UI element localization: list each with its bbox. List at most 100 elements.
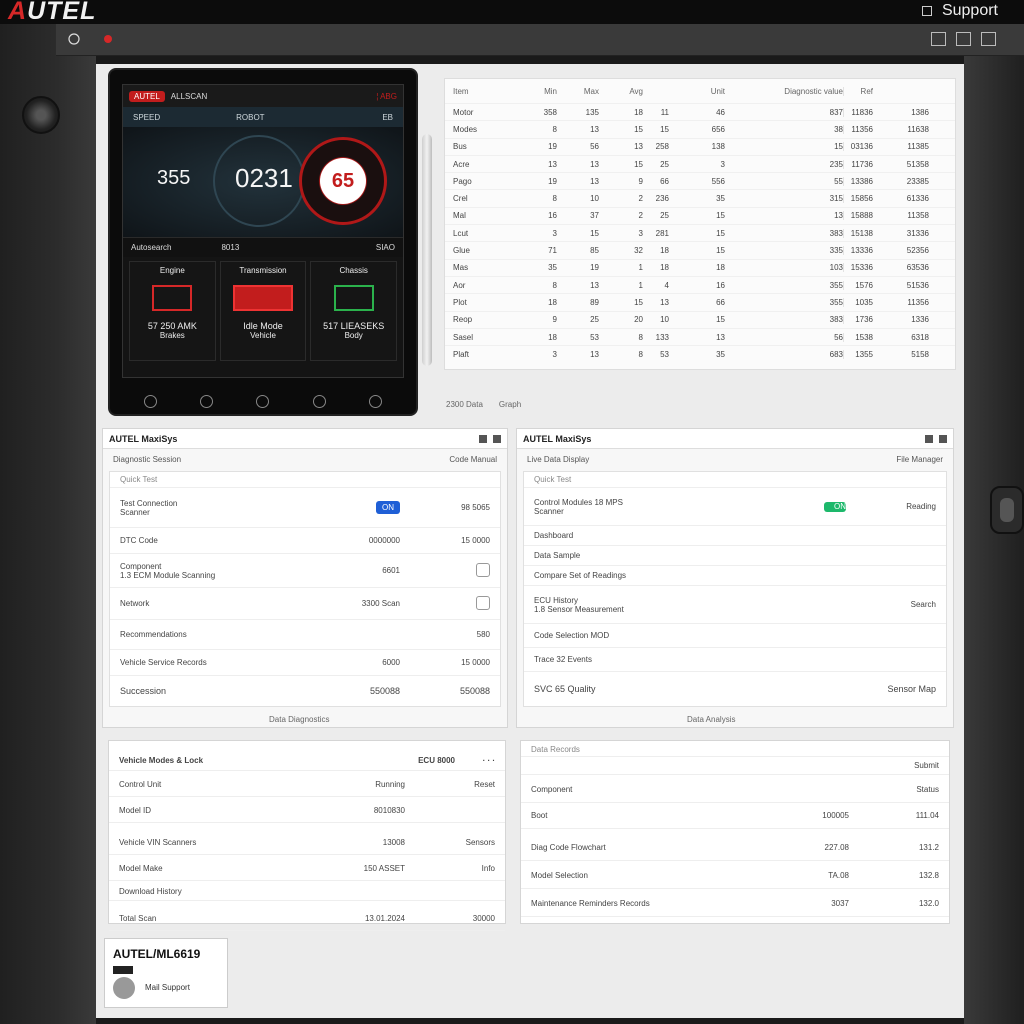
table-row[interactable]: Lcut 3 15 3 281 15 383 15138 31336 — [445, 224, 955, 241]
list-item[interactable]: Diag Code Flowchart 227.08 131.2 — [521, 835, 949, 861]
model-card[interactable]: AUTEL/ML6619 Mail Support — [104, 938, 228, 1008]
list-filter[interactable]: Quick Test — [524, 472, 946, 488]
list-item[interactable]: Boot 100005 111.04 — [521, 803, 949, 829]
table-cell: 51536 — [906, 280, 929, 290]
list-item[interactable]: Network 3300 Scan — [110, 588, 500, 620]
record-icon[interactable] — [102, 33, 114, 45]
screen-tiles: Engine 57 250 AMK Brakes Transmission Id… — [123, 257, 403, 365]
item-value[interactable]: Sensor Map — [826, 684, 936, 694]
settings-button-icon[interactable] — [369, 394, 383, 408]
list-item[interactable]: Recommendations 580 — [110, 620, 500, 650]
refresh-button-icon[interactable] — [312, 394, 326, 408]
col-header[interactable]: Unit — [669, 87, 725, 96]
timer-icon[interactable] — [476, 562, 490, 577]
list-item[interactable]: Succession 550088 550088 — [110, 676, 500, 706]
table-row[interactable]: Modes 8 13 15 15 656 38 11356 11638 — [445, 120, 955, 137]
list-item[interactable]: Model ID 8010830 — [109, 799, 505, 823]
list-item[interactable]: Model Make 150 ASSET Info — [109, 857, 505, 881]
table-row[interactable]: Sasel 18 53 8 133 13 56 1538 6318 — [445, 327, 955, 345]
list-item[interactable]: Vehicle Service Records 6000 15 0000 — [110, 650, 500, 676]
table-cell: 656 — [711, 124, 725, 134]
list-item[interactable]: Component 1.3 ECM Module Scanning 6601 — [110, 554, 500, 588]
list-item[interactable]: Control Modules 18 MPS Scanner ON Reading — [524, 488, 946, 526]
maximize-icon[interactable] — [493, 434, 501, 443]
table-cell: 11638 — [907, 124, 929, 134]
maximize-icon[interactable] — [956, 32, 971, 46]
power-icon[interactable] — [68, 33, 80, 45]
col-header[interactable]: Avg — [599, 87, 643, 96]
list-item[interactable]: Total Scan 13.01.2024 30000 — [109, 907, 505, 931]
list-filter[interactable]: Quick Test — [110, 472, 500, 488]
table-caption-right[interactable]: Graph — [499, 400, 521, 409]
maximize-icon[interactable] — [939, 434, 947, 443]
list-item[interactable]: Download History — [109, 883, 505, 901]
table-row[interactable]: Mal 16 37 2 25 15 13 15888 11358 — [445, 206, 955, 224]
list-item[interactable]: Control Unit Running Reset — [109, 773, 505, 797]
table-row[interactable]: Mas 35 19 1 18 18 103 15336 63536 — [445, 258, 955, 276]
submit-button[interactable]: Submit — [849, 761, 939, 770]
list-item[interactable]: ECU History 1.8 Sensor Measurement Search — [524, 586, 946, 624]
list-item[interactable]: Model Selection TA.08 132.8 — [521, 863, 949, 889]
col-header[interactable]: Max — [557, 87, 599, 96]
table-row[interactable]: Acre 13 13 15 25 3 235 11736 51358 — [445, 154, 955, 172]
tile-view-icon[interactable] — [931, 32, 946, 46]
list-item[interactable]: Data Sample — [524, 546, 946, 566]
screen-tile[interactable]: Chassis 517 LIEASEKS Body — [310, 261, 398, 361]
col-header[interactable]: Min — [503, 87, 557, 96]
table-row[interactable]: Aor 8 13 1 4 16 355 1576 51536 — [445, 275, 955, 293]
table-cell: 16 — [548, 211, 557, 221]
list-item[interactable]: DTC Code 0000000 15 0000 — [110, 528, 500, 554]
item-label: Component — [120, 561, 162, 571]
status-chip[interactable]: ON — [824, 501, 846, 512]
col-header[interactable]: Diagnostic value — [725, 87, 843, 96]
table-row[interactable]: Pago 19 13 9 66 556 55 13386 23385 — [445, 172, 955, 189]
list-item[interactable]: Test Connection Scanner ON 98 5065 — [110, 488, 500, 528]
device-buttons — [122, 392, 404, 410]
card-sub-right[interactable]: Code Manual — [449, 455, 497, 464]
screen-sub-right: EB — [382, 112, 393, 122]
list-item[interactable]: Vehicle VIN Scanners 13008 Sensors — [109, 831, 505, 855]
table-row[interactable]: Plaft 3 13 8 53 35 683 1355 5158 — [445, 345, 955, 362]
list-item[interactable]: Maintenance Reminders Records 3037 132.0 — [521, 891, 949, 917]
table-cell: 355 — [829, 297, 843, 307]
list-item[interactable]: Code Selection MOD — [524, 624, 946, 648]
table-row[interactable]: Motor 358 135 18 11 46 837 11836 1386 — [445, 103, 955, 120]
home-button-icon[interactable] — [256, 394, 270, 408]
minimize-icon[interactable] — [479, 434, 487, 443]
table-cell: 1576 — [843, 280, 873, 290]
back-button-icon[interactable] — [143, 394, 157, 408]
card-sub-left: Live Data Display — [527, 454, 590, 464]
help-button-icon[interactable] — [200, 394, 214, 408]
list-item[interactable]: Compare Set of Readings — [524, 566, 946, 586]
more-options-icon[interactable]: · · · — [455, 756, 495, 765]
table-row[interactable]: Bus 19 56 13 258 138 15 03136 11385 — [445, 137, 955, 155]
table-row[interactable]: Glue 71 85 32 18 15 335 13336 52356 — [445, 241, 955, 258]
screen-tile[interactable]: Transmission Idle Mode Vehicle — [219, 261, 307, 361]
minimize-icon[interactable] — [925, 434, 933, 443]
item-value[interactable]: Search — [846, 600, 936, 609]
col-header[interactable]: Ref — [843, 86, 873, 96]
table-cell: 11356 — [907, 297, 929, 307]
screen-header: AUTEL ALLSCAN ¦ ABG — [123, 85, 403, 107]
table-row[interactable]: Crel 8 10 2 236 35 315 15856 61336 — [445, 189, 955, 206]
settings-icon[interactable] — [921, 6, 932, 16]
screen-row-label: Autosearch — [131, 243, 172, 252]
table-row[interactable]: Reop 9 25 20 10 15 383 1736 1336 — [445, 310, 955, 328]
table-cell: 13336 — [843, 246, 873, 256]
close-icon[interactable] — [981, 32, 996, 46]
list-item[interactable]: Component Status — [521, 777, 949, 803]
table-row[interactable]: Plot 18 89 15 13 66 355 1035 11356 — [445, 293, 955, 310]
status-chip[interactable]: ON — [376, 501, 400, 514]
item-val: Reset — [474, 780, 495, 789]
list-item[interactable]: Dashboard — [524, 526, 946, 546]
table-header: Item Min Max Avg Unit Diagnostic value R… — [445, 79, 955, 103]
network-icon[interactable] — [476, 595, 490, 610]
support-link[interactable]: Support — [942, 2, 998, 20]
card-sub-right[interactable]: File Manager — [896, 455, 943, 464]
list-item[interactable]: SVC 65 Quality Sensor Map — [524, 672, 946, 706]
brand-logo: AUTEL — [8, 0, 96, 26]
col-header[interactable]: Item — [445, 87, 503, 96]
screen-tile[interactable]: Engine 57 250 AMK Brakes — [129, 261, 216, 361]
item-sublabel: 1.3 ECM Module Scanning — [120, 570, 216, 580]
list-item[interactable]: Trace 32 Events — [524, 648, 946, 672]
